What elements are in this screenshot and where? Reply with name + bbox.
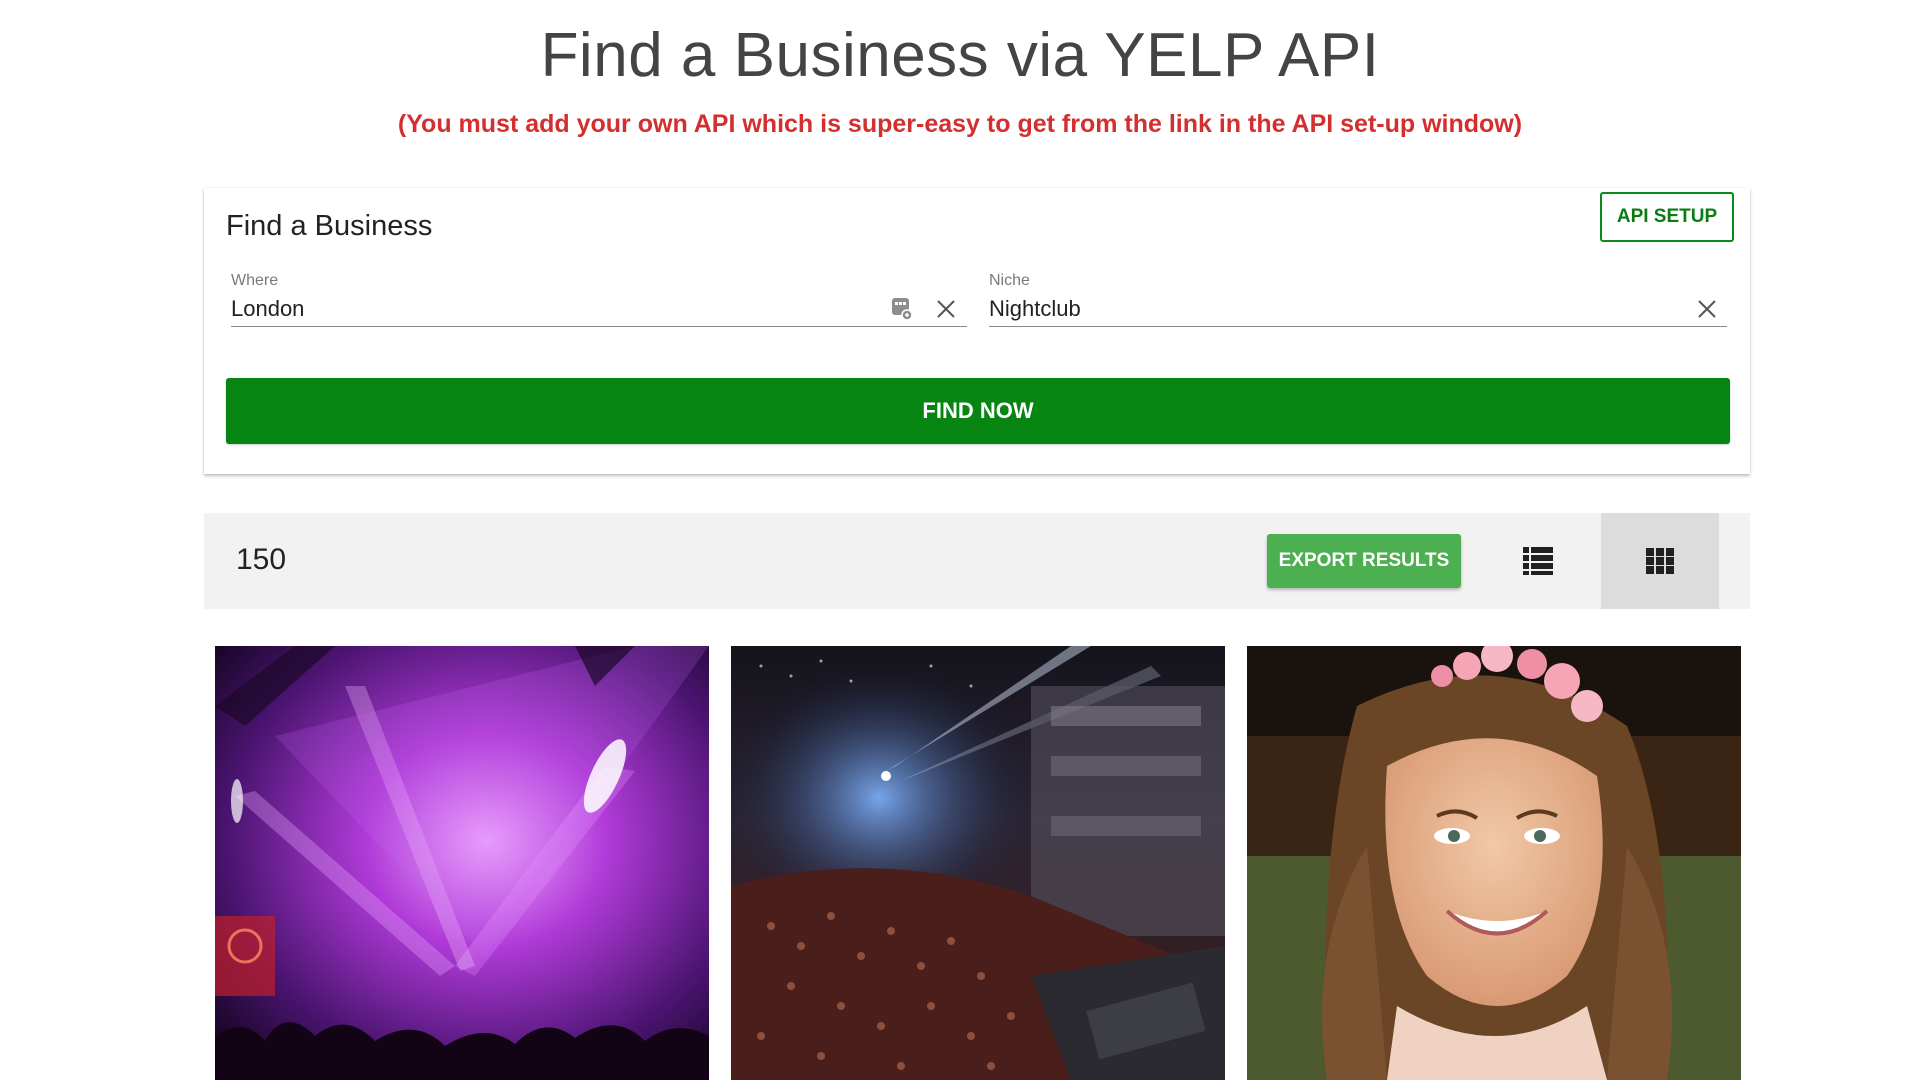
- where-field: Where: [231, 272, 967, 327]
- results-count: 150: [236, 543, 287, 576]
- concert-venue-crowd-photo: [731, 646, 1225, 1080]
- export-results-button[interactable]: EXPORT RESULTS: [1267, 534, 1461, 588]
- where-input[interactable]: [231, 294, 831, 324]
- niche-field: Niche: [989, 272, 1727, 327]
- api-setup-button[interactable]: API SETUP: [1600, 192, 1734, 242]
- result-card-concert-venue[interactable]: [731, 646, 1225, 1080]
- result-card-portrait[interactable]: [1247, 646, 1741, 1080]
- where-label: Where: [231, 272, 279, 289]
- smiling-woman-flower-crown-photo: [1247, 646, 1741, 1080]
- list-view-toggle[interactable]: [1479, 513, 1597, 609]
- card-title: Find a Business: [226, 210, 433, 242]
- result-card-nightclub-lights[interactable]: [215, 646, 709, 1080]
- grid-view-icon: [1646, 548, 1674, 574]
- page-subtitle: (You must add your own API which is supe…: [397, 110, 1523, 138]
- results-toolbar: 150 EXPORT RESULTS: [204, 513, 1750, 609]
- page: Find a Business via YELP API (You must a…: [0, 0, 1920, 1080]
- niche-input[interactable]: [989, 294, 1589, 324]
- find-now-button[interactable]: FIND NOW: [226, 378, 1730, 444]
- page-title: Find a Business via YELP API: [540, 21, 1380, 90]
- where-clear-icon[interactable]: [931, 294, 961, 324]
- list-view-icon: [1523, 547, 1553, 575]
- location-icon[interactable]: [887, 294, 917, 324]
- niche-clear-icon[interactable]: [1692, 294, 1722, 324]
- nightclub-lights-photo: [215, 646, 709, 1080]
- grid-view-toggle[interactable]: [1601, 513, 1719, 609]
- search-card: Find a Business API SETUP Where London N…: [204, 188, 1750, 474]
- niche-label: Niche: [989, 272, 1030, 289]
